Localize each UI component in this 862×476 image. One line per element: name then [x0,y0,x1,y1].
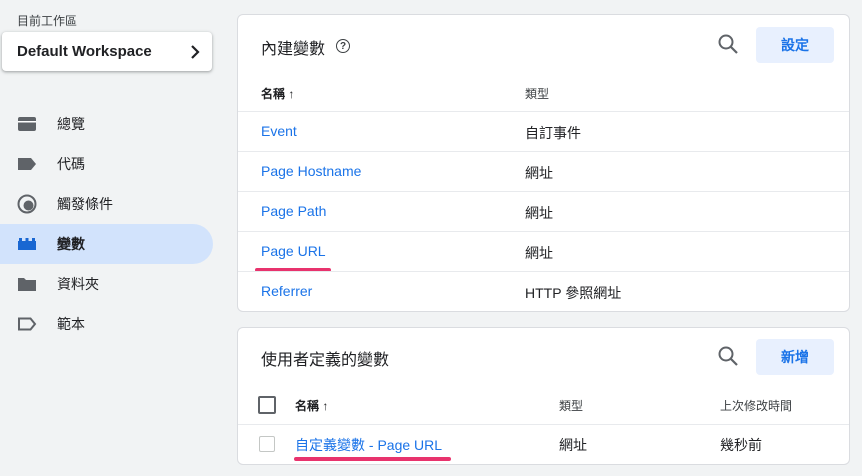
builtin-variables-card: 內建變數 ? 設定 名稱 ↑ 類型 Event 自訂事件 Page Hostna… [237,14,850,312]
new-variable-button[interactable]: 新增 [756,339,834,375]
user-defined-variables-title: 使用者定義的變數 [261,352,390,369]
column-header-type: 類型 [525,87,550,101]
trigger-icon [17,194,37,214]
user-defined-variables-card: 使用者定義的變數 新增 名稱 ↑ 類型 上次修改時間 自定義變數 - Page … [237,327,850,465]
sort-arrow-icon: ↑ [322,399,329,413]
variable-type: 網址 [525,165,553,181]
variable-last-modified: 幾秒前 [720,437,762,453]
workspace-selector[interactable]: Default Workspace [2,32,212,71]
sidebar-item-templates[interactable]: 範本 [0,304,213,344]
highlight-underline [294,457,451,461]
chevron-right-icon [191,44,200,59]
row-divider [238,424,849,425]
select-all-checkbox[interactable] [258,396,276,414]
column-header-name[interactable]: 名稱 ↑ [295,397,328,414]
variable-type: 網址 [525,205,553,221]
sidebar-item-variables[interactable]: 變數 [0,224,213,264]
sidebar-item-label: 變數 [57,236,85,252]
sort-arrow-icon: ↑ [288,87,295,101]
variable-link[interactable]: Page URL [261,243,326,259]
sidebar-item-label: 資料夾 [57,276,99,292]
row-divider [238,111,849,112]
column-header-name[interactable]: 名稱 ↑ [261,85,294,102]
workspace-name: Default Workspace [17,43,152,60]
workspace-label: 目前工作區 [17,14,78,28]
variable-link[interactable]: Event [261,123,297,139]
variable-link[interactable]: 自定義變數 - Page URL [295,435,442,455]
row-divider [238,271,849,272]
template-icon [17,314,37,334]
variable-link[interactable]: Referrer [261,283,312,299]
sidebar-item-folders[interactable]: 資料夾 [0,264,213,304]
sidebar-item-tags[interactable]: 代碼 [0,144,213,184]
row-divider [238,151,849,152]
row-checkbox[interactable] [259,436,275,452]
variable-link[interactable]: Page Path [261,203,326,219]
search-icon[interactable] [716,32,740,56]
variable-link[interactable]: Page Hostname [261,163,361,179]
column-header-type: 類型 [559,399,584,413]
sidebar-item-overview[interactable]: 總覽 [0,104,213,144]
sidebar-item-label: 代碼 [57,156,85,172]
overview-icon [17,114,37,134]
sidebar-item-label: 觸發條件 [57,196,113,212]
sidebar-item-label: 總覽 [57,116,85,132]
help-icon[interactable]: ? [336,39,350,53]
variable-type: 網址 [525,245,553,261]
column-header-last-modified: 上次修改時間 [720,399,793,413]
variable-icon [17,234,37,254]
variable-type: HTTP 參照網址 [525,285,622,301]
variable-type: 網址 [559,437,587,453]
folder-icon [17,274,37,294]
row-divider [238,191,849,192]
sidebar-item-triggers[interactable]: 觸發條件 [0,184,213,224]
configure-button[interactable]: 設定 [756,27,834,63]
builtin-variables-title: 內建變數 [261,41,326,58]
tag-icon [17,154,37,174]
sidebar-item-label: 範本 [57,316,85,332]
search-icon[interactable] [716,344,740,368]
variable-type: 自訂事件 [525,125,581,141]
row-divider [238,231,849,232]
